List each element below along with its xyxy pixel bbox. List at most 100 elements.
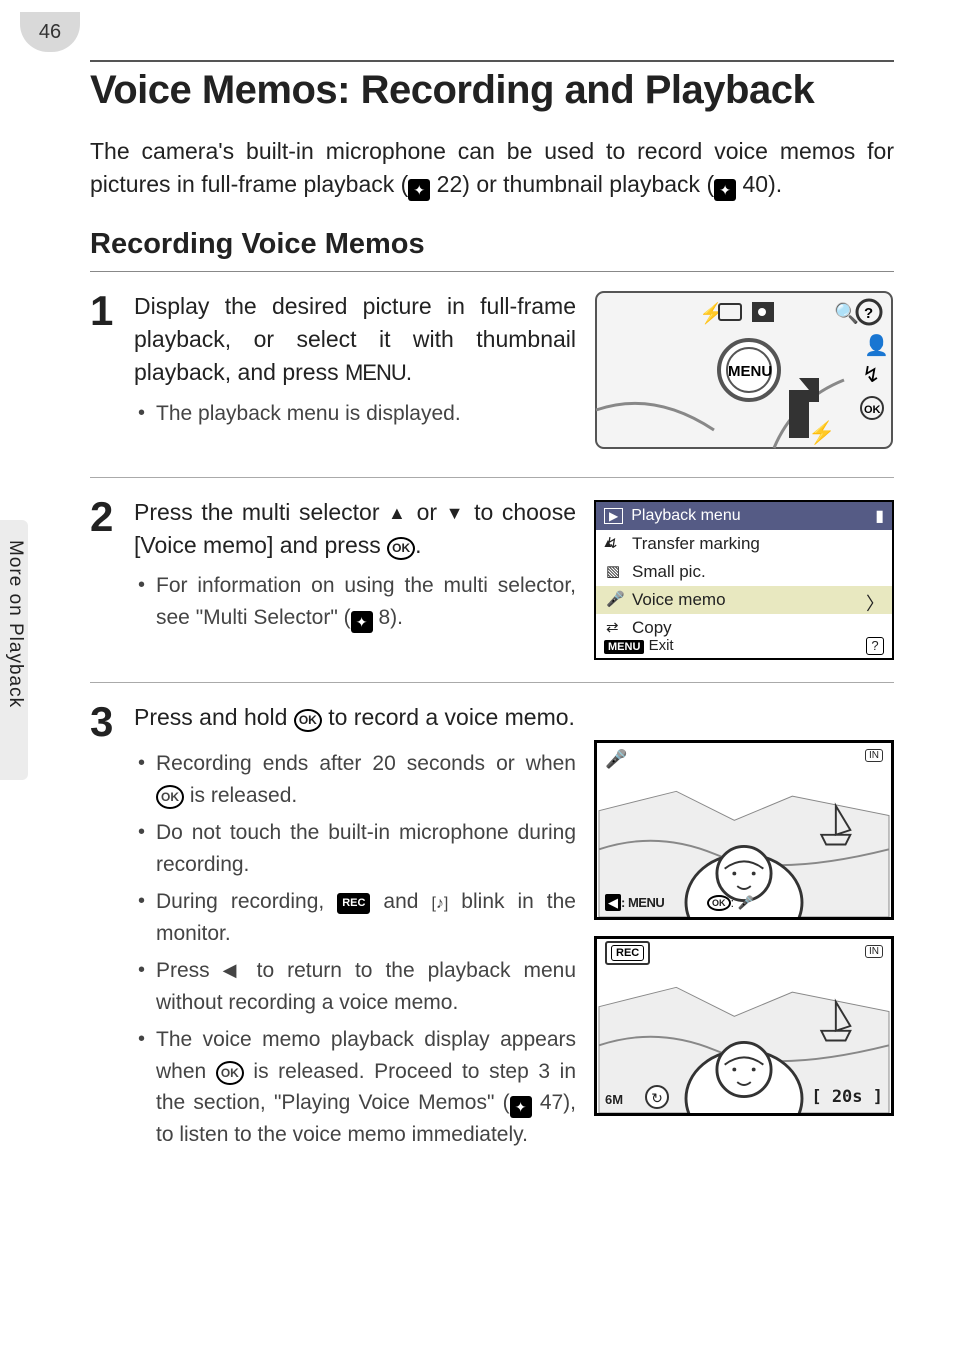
- rec-badge: REC: [605, 945, 650, 961]
- step-1: 1 Display the desired picture in full-fr…: [90, 290, 894, 455]
- step-3-title: Press and hold OK to record a voice memo…: [134, 701, 894, 734]
- camera-illustration: ⚡ 🔍 ? 👤 ↯ OK: [594, 290, 894, 455]
- mic-icon: 🎤: [606, 590, 625, 608]
- step-1-title: Display the desired picture in full-fram…: [134, 290, 576, 390]
- intro-ref22: 22) or thumbnail playback (: [430, 171, 714, 197]
- menu-item-voice-memo: 🎤 Voice memo: [596, 586, 892, 614]
- step-divider: [90, 682, 894, 683]
- menu-item-transfer: ↯ Transfer marking: [596, 530, 892, 558]
- text: to record a voice memo.: [322, 704, 575, 730]
- camera-xref-icon: ✦: [510, 1096, 532, 1118]
- bullet: Do not touch the built-in microphone dur…: [134, 817, 576, 880]
- text: Press: [156, 959, 223, 982]
- ok-button-icon: OK: [294, 709, 322, 732]
- menu-footer: MENU Exit ?: [596, 634, 892, 658]
- playback-icon: ▶: [604, 508, 623, 524]
- label: Small pic.: [632, 562, 706, 581]
- text: .: [415, 532, 421, 558]
- rec-icon: REC: [337, 893, 370, 914]
- ok-button-icon: OK: [216, 1061, 244, 1085]
- smallpic-icon: ▧: [606, 562, 620, 580]
- camera-xref-icon: ✦: [714, 179, 736, 201]
- menu-title: Playback menu: [631, 507, 740, 525]
- svg-text:MENU: MENU: [728, 363, 772, 380]
- voice-memo-recording-screen: REC IN 6M ↻ [ 20s ]: [594, 936, 894, 1116]
- bullet: For information on using the multi selec…: [134, 570, 576, 633]
- camera-xref-icon: ✦: [351, 611, 373, 633]
- label: Transfer marking: [632, 534, 760, 553]
- bullet: During recording, REC and [♪] blink in t…: [134, 886, 576, 949]
- step-divider: [90, 477, 894, 478]
- memory-in-icon: IN: [865, 749, 883, 762]
- svg-text:?: ?: [864, 305, 873, 322]
- music-note-icon: [♪]: [431, 892, 448, 916]
- ok-icon: OK: [707, 895, 731, 911]
- svg-text:🔍: 🔍: [834, 300, 859, 325]
- ok-button-icon: OK: [156, 785, 184, 809]
- bullet: The playback menu is displayed.: [134, 398, 576, 430]
- svg-text:↯: ↯: [862, 362, 880, 387]
- side-section-label: More on Playback: [4, 540, 26, 708]
- camera-back-svg: ⚡ 🔍 ? 👤 ↯ OK: [594, 290, 894, 450]
- step-1-bullets: The playback menu is displayed.: [134, 398, 576, 430]
- down-triangle-icon: ▼: [446, 503, 466, 523]
- timer-label: [ 20s ]: [811, 1087, 883, 1107]
- left-arrow-icon: ◀: [605, 894, 621, 911]
- menu-button-badge: MENU: [604, 640, 644, 654]
- back-hint: ◀: MENU: [605, 895, 664, 911]
- svg-text:👤: 👤: [864, 333, 889, 357]
- text: : MENU: [621, 895, 664, 910]
- text: is released.: [184, 784, 297, 807]
- step-number: 1: [90, 290, 134, 455]
- text: During recording,: [156, 890, 337, 913]
- text: Press and hold: [134, 704, 294, 730]
- camera-xref-icon: ✦: [408, 179, 430, 201]
- intro-paragraph: The camera's built-in microphone can be …: [90, 135, 894, 202]
- step-number: 3: [90, 701, 134, 1156]
- page-number-tab: 46: [20, 12, 80, 52]
- text: Recording ends after 20 seconds or when: [156, 752, 576, 775]
- text: 8).: [373, 606, 403, 629]
- playback-menu-screenshot: ▶ Playback menu ▮ ▲ ↯Transfer marking ▧S…: [594, 496, 894, 660]
- up-triangle-icon: ▲: [388, 503, 408, 523]
- menu-item-small-pic: ▧ Small pic.: [596, 558, 892, 586]
- intro-ref40: 40).: [736, 171, 782, 197]
- manual-page: 46 Voice Memos: Recording and Playback T…: [0, 0, 954, 1345]
- return-icon: ↻: [645, 1085, 669, 1109]
- help-icon: ?: [866, 637, 884, 655]
- exit-label: Exit: [649, 637, 674, 654]
- record-screens: 🎤 IN ◀: MENU OK: 🎤: [594, 740, 894, 1156]
- title-rule: [90, 60, 894, 62]
- step-2-title: Press the multi selector ▲ or ▼ to choos…: [134, 496, 576, 563]
- rec-icon: REC: [611, 945, 644, 961]
- transfer-icon: ↯: [606, 534, 619, 552]
- battery-icon: ▮: [875, 506, 884, 526]
- label: Voice memo: [632, 590, 726, 609]
- voice-memo-ready-screen: 🎤 IN ◀: MENU OK: 🎤: [594, 740, 894, 920]
- left-triangle-icon: ◀: [223, 960, 244, 980]
- heading-rule: [90, 271, 894, 272]
- rotate-icon: ↻: [645, 1085, 669, 1109]
- bullet: Press ◀ to return to the playback menu w…: [134, 955, 576, 1018]
- step-2-bullets: For information on using the multi selec…: [134, 570, 576, 633]
- memory-in-icon: IN: [865, 945, 883, 958]
- ok-button-icon: OK: [387, 537, 415, 560]
- step-2: 2 Press the multi selector ▲ or ▼ to cho…: [90, 496, 894, 660]
- step-3: 3 Press and hold OK to record a voice me…: [90, 701, 894, 1156]
- svg-text:OK: OK: [864, 404, 881, 416]
- bullet: The voice memo playback display appears …: [134, 1024, 576, 1150]
- step-number: 2: [90, 496, 134, 660]
- size-badge: 6M: [605, 1092, 623, 1107]
- menu-button-glyph: MENU: [345, 360, 406, 385]
- ok-hint: OK: 🎤: [707, 895, 754, 911]
- text: or: [408, 499, 446, 525]
- mic-icon: 🎤: [605, 749, 627, 770]
- text: : 🎤: [731, 895, 754, 910]
- text: Press the multi selector: [134, 499, 388, 525]
- bullet: Recording ends after 20 seconds or when …: [134, 748, 576, 811]
- step-3-bullets: Recording ends after 20 seconds or when …: [134, 748, 576, 1150]
- section-heading: Recording Voice Memos: [90, 228, 894, 261]
- menu-header: ▶ Playback menu ▮: [596, 502, 892, 530]
- text: .: [406, 359, 412, 385]
- page-title: Voice Memos: Recording and Playback: [90, 68, 894, 113]
